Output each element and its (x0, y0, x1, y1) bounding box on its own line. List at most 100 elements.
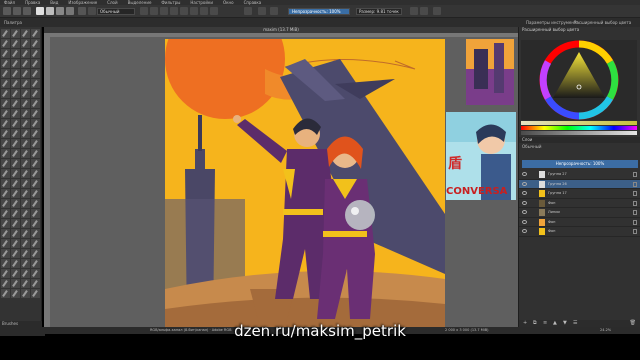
brush-preset[interactable] (1, 119, 10, 128)
eye-icon[interactable] (522, 219, 527, 224)
brush-preset[interactable] (11, 69, 20, 78)
brush-preset[interactable] (21, 59, 30, 68)
brush-preset[interactable] (11, 219, 20, 228)
brush-preset[interactable] (31, 179, 40, 188)
brush-preset[interactable] (1, 49, 10, 58)
brush-preset[interactable] (21, 29, 30, 38)
brush-preset[interactable] (1, 249, 10, 258)
brush-preset[interactable] (11, 209, 20, 218)
brush-preset[interactable] (1, 29, 10, 38)
brush-preset[interactable] (1, 279, 10, 288)
brush-preset[interactable] (1, 79, 10, 88)
brush-preset[interactable] (11, 169, 20, 178)
size-slider[interactable]: Размер: 9.81 точек (356, 8, 402, 15)
eye-icon[interactable] (522, 181, 527, 186)
lock-icon[interactable] (633, 181, 637, 187)
brush-preset[interactable] (21, 69, 30, 78)
lock-icon[interactable] (633, 229, 637, 234)
lock-icon[interactable] (633, 219, 637, 225)
brush-preset[interactable] (11, 229, 20, 238)
brush-preset[interactable] (1, 89, 10, 98)
brush-preset[interactable] (21, 139, 30, 148)
brush-preset[interactable] (1, 99, 10, 108)
brush-preset[interactable] (11, 289, 20, 298)
brush-preset[interactable] (11, 59, 20, 68)
brush-preset[interactable] (21, 189, 30, 198)
lock-icon[interactable] (633, 172, 637, 177)
save-icon[interactable] (23, 7, 31, 15)
tab-tool-options[interactable]: Параметры инструмента (526, 19, 579, 27)
brush-preset[interactable] (21, 229, 30, 238)
brush-preset[interactable] (21, 239, 30, 248)
color-wheel[interactable] (521, 40, 637, 120)
brush-preset[interactable] (31, 249, 40, 258)
eye-icon[interactable] (522, 210, 527, 214)
brush-preset[interactable] (31, 89, 40, 98)
brush-preset[interactable] (31, 219, 40, 228)
brush-preset[interactable] (31, 119, 40, 128)
brush-preset[interactable] (11, 109, 20, 118)
brush-preset[interactable] (21, 289, 30, 298)
add-layer-icon[interactable]: + (523, 320, 527, 326)
brush-preset[interactable] (11, 129, 20, 138)
brush-preset[interactable] (21, 109, 30, 118)
eye-icon[interactable] (522, 172, 527, 176)
color-sliders[interactable] (521, 121, 637, 135)
brush-preset[interactable] (21, 159, 30, 168)
layer-row[interactable]: Группа 17 (519, 189, 640, 199)
eraser-mode-icon[interactable] (140, 7, 148, 15)
refresh-icon[interactable] (258, 7, 266, 15)
brush-preset[interactable] (21, 89, 30, 98)
brush-preset[interactable] (11, 199, 20, 208)
brush-preset[interactable] (31, 39, 40, 48)
brush-preset[interactable] (1, 129, 10, 138)
brush-preset[interactable] (1, 69, 10, 78)
opacity-slider[interactable]: Непрозрачность: 100% (288, 8, 350, 15)
flip-icon[interactable] (270, 7, 278, 15)
brush-preset[interactable] (1, 189, 10, 198)
brush-preset[interactable] (31, 99, 40, 108)
eye-icon[interactable] (522, 200, 527, 205)
brush-preset[interactable] (31, 169, 40, 178)
rotate-icon[interactable] (244, 7, 252, 15)
brush-preset[interactable] (31, 159, 40, 168)
brush-preset[interactable] (1, 59, 10, 68)
brush-preset[interactable] (31, 29, 40, 38)
zoom-level[interactable]: 24.2% (600, 327, 611, 334)
reload-preset-icon[interactable] (160, 7, 168, 15)
brush-preset-icon[interactable] (56, 7, 64, 15)
alpha-lock-icon[interactable] (150, 7, 158, 15)
brush-preset[interactable] (11, 189, 20, 198)
brush-preset[interactable] (1, 239, 10, 248)
brush-preset[interactable] (21, 259, 30, 268)
brush-preset[interactable] (1, 229, 10, 238)
eye-icon[interactable] (522, 191, 527, 195)
brush-preset[interactable] (31, 49, 40, 58)
brush-preset[interactable] (21, 269, 30, 278)
brush-preset[interactable] (31, 279, 40, 288)
layer-row[interactable]: Группа 26 (519, 179, 640, 189)
brush-preset[interactable] (21, 249, 30, 258)
new-file-icon[interactable] (3, 7, 11, 15)
move-up-icon[interactable]: ▲ (553, 320, 557, 326)
brush-preset[interactable] (11, 269, 20, 278)
brush-preset[interactable] (1, 179, 10, 188)
brush-preset[interactable] (31, 199, 40, 208)
brush-preset[interactable] (21, 279, 30, 288)
brush-preset[interactable] (11, 89, 20, 98)
brush-preset[interactable] (11, 99, 20, 108)
reference-image-2[interactable]: 盾 CONVERSA (446, 112, 516, 200)
smooth-icon[interactable] (190, 7, 198, 15)
brush-preset[interactable] (21, 99, 30, 108)
fill-icon[interactable] (78, 7, 86, 15)
lock-icon[interactable] (633, 191, 637, 196)
layer-row[interactable]: Группа 27 (519, 170, 640, 180)
copy-layer-icon[interactable]: ⧉ (533, 320, 537, 326)
symmetry-icon[interactable] (210, 7, 218, 15)
layer-row[interactable]: Фон (519, 218, 640, 227)
brush-preset[interactable] (31, 129, 40, 138)
brush-preset[interactable] (11, 159, 20, 168)
brush-preset[interactable] (1, 289, 10, 298)
layer-row[interactable]: Фон (519, 199, 640, 208)
brush-preset[interactable] (1, 109, 10, 118)
